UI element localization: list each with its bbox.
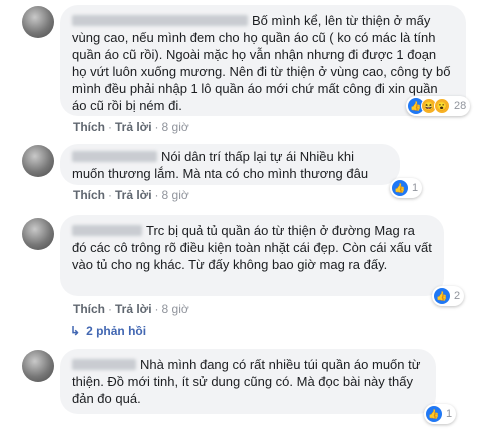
comment: Nhà mình đang có rất nhiều túi quần áo m…	[0, 344, 501, 436]
reply-link[interactable]: Trả lời	[115, 302, 152, 316]
comment-text: Bố mình kể, lên từ thiện ở mấy vùng cao,…	[72, 13, 451, 113]
reaction-count[interactable]: 👍 1	[390, 178, 423, 198]
reaction-count[interactable]: 👍 2	[432, 286, 465, 306]
comment-actions: Thích · Trả lời · 8 giờ	[73, 120, 189, 134]
timestamp[interactable]: 8 giờ	[162, 302, 189, 316]
avatar[interactable]	[22, 145, 54, 177]
reaction-number: 2	[454, 290, 461, 302]
comment-bubble: Bố mình kể, lên từ thiện ở mấy vùng cao,…	[60, 5, 466, 116]
reaction-count[interactable]: 👍 1	[424, 404, 457, 424]
like-icon: 👍	[434, 288, 450, 304]
avatar[interactable]	[22, 6, 54, 38]
reaction-count[interactable]: 👍 😆 😮 28	[406, 96, 471, 116]
comment-bubble: Nói dân trí thấp lại tự ái Nhiều khi muố…	[60, 144, 400, 185]
reply-link[interactable]: Trả lời	[115, 120, 152, 134]
comment-actions: Thích · Trả lời · 8 giờ	[73, 188, 189, 202]
replies-label: 2 phản hồi	[86, 324, 147, 338]
avatar[interactable]	[22, 218, 54, 250]
avatar[interactable]	[22, 350, 54, 382]
comment: Trc bị quả tủ quần áo từ thiện ở đường M…	[0, 210, 501, 340]
reply-arrow-icon: ↳	[70, 324, 81, 338]
redacted-name	[72, 359, 136, 370]
reply-link[interactable]: Trả lời	[115, 188, 152, 202]
timestamp[interactable]: 8 giờ	[162, 120, 189, 134]
reaction-number: 1	[412, 182, 419, 194]
like-link[interactable]: Thích	[73, 188, 105, 202]
like-icon: 👍	[426, 406, 442, 422]
comment-bubble: Trc bị quả tủ quần áo từ thiện ở đường M…	[60, 215, 444, 296]
wow-icon: 😮	[434, 98, 450, 114]
comment: Nói dân trí thấp lại tự ái Nhiều khi muố…	[0, 140, 501, 206]
reaction-number: 1	[446, 408, 453, 420]
redacted-name	[72, 15, 248, 26]
like-link[interactable]: Thích	[73, 120, 105, 134]
timestamp[interactable]: 8 giờ	[162, 188, 189, 202]
comment: Bố mình kể, lên từ thiện ở mấy vùng cao,…	[0, 0, 501, 134]
like-link[interactable]: Thích	[73, 302, 105, 316]
comment-actions: Thích · Trả lời · 8 giờ	[73, 302, 189, 316]
redacted-name	[72, 225, 142, 236]
reaction-number: 28	[454, 100, 467, 112]
view-replies-link[interactable]: ↳ 2 phản hồi	[70, 324, 146, 338]
redacted-name	[72, 151, 157, 162]
like-icon: 👍	[392, 180, 408, 196]
comment-bubble: Nhà mình đang có rất nhiều túi quần áo m…	[60, 349, 436, 414]
